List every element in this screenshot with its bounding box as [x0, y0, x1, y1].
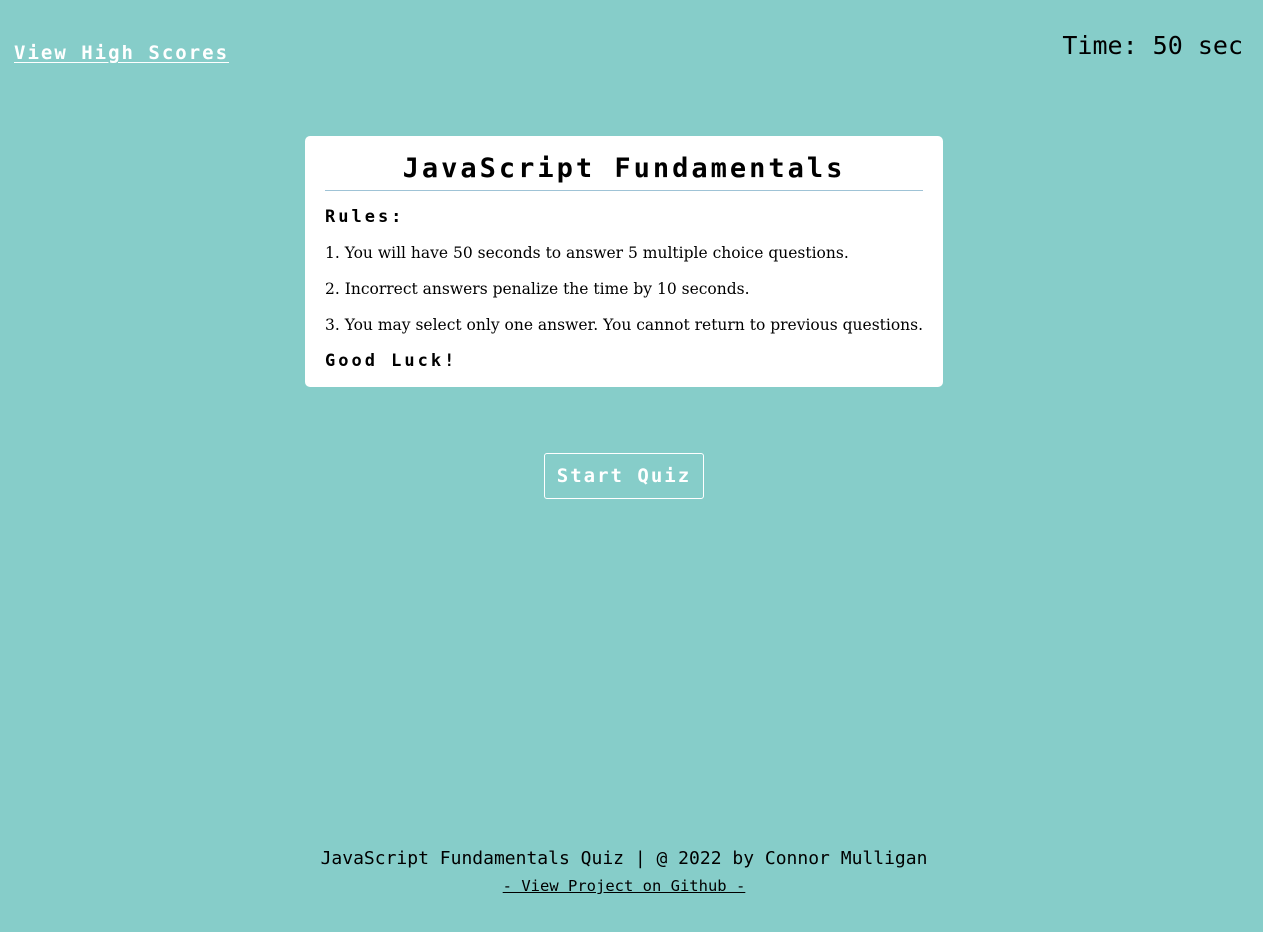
- timer-display: Time: 50 sec: [1062, 31, 1243, 60]
- github-project-link[interactable]: - View Project on Github -: [503, 877, 746, 895]
- rule-item-2: 2. Incorrect answers penalize the time b…: [325, 280, 750, 298]
- quiz-title: JavaScript Fundamentals: [325, 152, 923, 191]
- footer-credit: JavaScript Fundamentals Quiz | @ 2022 by…: [320, 848, 928, 869]
- rule-item-1: 1. You will have 50 seconds to answer 5 …: [325, 244, 849, 262]
- rules-card: JavaScript Fundamentals Rules: 1. You wi…: [305, 136, 943, 387]
- rule-item-3: 3. You may select only one answer. You c…: [325, 316, 924, 334]
- view-high-scores-link[interactable]: View High Scores: [14, 42, 229, 64]
- good-luck-text: Good Luck!: [325, 351, 458, 371]
- page-footer: JavaScript Fundamentals Quiz | @ 2022 by…: [0, 845, 1248, 895]
- rules-heading: Rules:: [325, 207, 405, 227]
- start-quiz-button[interactable]: Start Quiz: [544, 453, 704, 499]
